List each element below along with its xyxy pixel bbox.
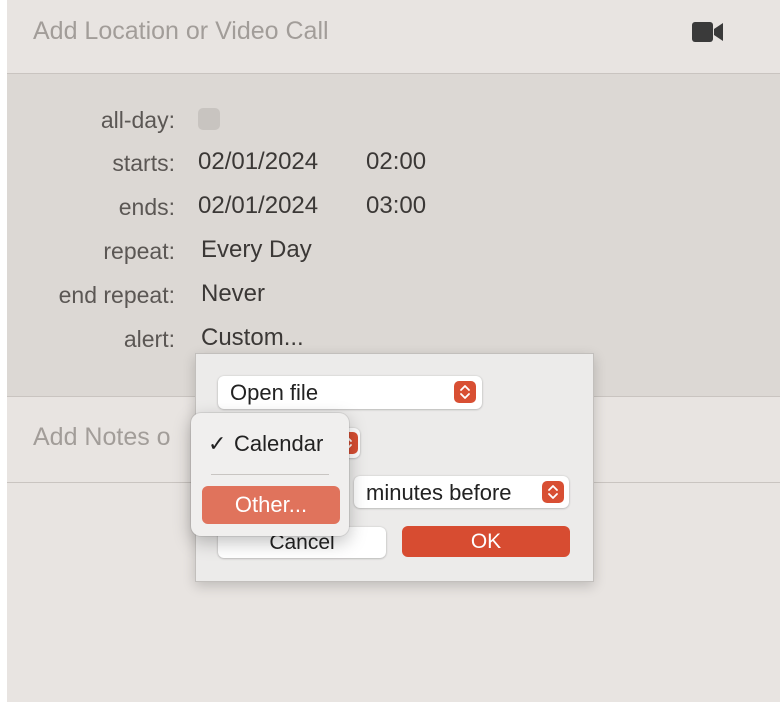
chevron-up-down-icon <box>542 481 564 503</box>
ok-button[interactable]: OK <box>402 526 570 557</box>
location-placeholder: Add Location or Video Call <box>33 17 329 45</box>
alert-value[interactable]: Custom... <box>201 324 304 352</box>
checkmark-icon: ✓ <box>208 431 227 456</box>
repeat-value[interactable]: Every Day <box>201 236 312 264</box>
starts-time[interactable]: 02:00 <box>366 148 426 176</box>
event-detail-panel: Add Location or Video Call all-day: star… <box>7 0 780 702</box>
alert-label: alert: <box>123 326 175 352</box>
all-day-checkbox[interactable] <box>198 108 220 130</box>
starts-label: starts: <box>112 150 175 176</box>
repeat-label: repeat: <box>103 238 175 264</box>
end-repeat-label: end repeat: <box>58 282 175 308</box>
all-day-label: all-day: <box>100 107 175 133</box>
alert-action-popup[interactable]: Open file <box>218 376 482 409</box>
ends-label: ends: <box>118 194 175 220</box>
video-camera-icon[interactable] <box>692 21 724 43</box>
time-unit-popup[interactable]: minutes before <box>354 476 569 508</box>
time-unit-value: minutes before <box>366 480 512 505</box>
ends-date[interactable]: 02/01/2024 <box>198 192 318 220</box>
menu-item-calendar[interactable]: Calendar <box>234 431 323 457</box>
ends-time[interactable]: 03:00 <box>366 192 426 220</box>
alert-target-menu: ✓ Calendar Other... <box>191 413 349 536</box>
end-repeat-value[interactable]: Never <box>201 280 265 308</box>
location-row[interactable]: Add Location or Video Call <box>7 0 780 74</box>
starts-date[interactable]: 02/01/2024 <box>198 148 318 176</box>
menu-item-other[interactable]: Other... <box>202 486 340 524</box>
event-details-section: all-day: starts: 02/01/2024 02:00 ends: … <box>7 74 780 397</box>
notes-placeholder: Add Notes o <box>33 423 171 451</box>
menu-separator <box>211 474 329 475</box>
chevron-up-down-icon <box>454 381 476 403</box>
alert-action-value: Open file <box>230 380 319 405</box>
